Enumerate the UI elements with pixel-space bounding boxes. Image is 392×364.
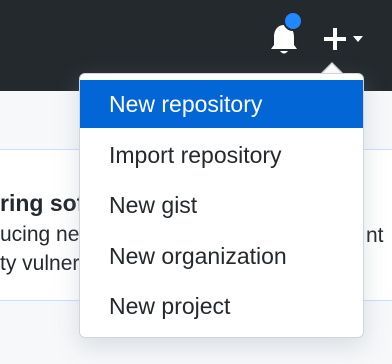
banner-line: ucing ne (0, 223, 80, 246)
menu-item-new-project[interactable]: New project (80, 282, 363, 330)
banner-title: ring sof (0, 190, 85, 216)
banner-line-end: nt (366, 224, 384, 247)
notification-indicator (283, 11, 303, 31)
plus-icon (324, 28, 346, 50)
menu-item-new-gist[interactable]: New gist (80, 181, 363, 229)
create-new-dropdown: New repository Import repository New gis… (79, 73, 364, 338)
menu-item-import-repository[interactable]: Import repository (80, 131, 363, 179)
menu-item-new-organization[interactable]: New organization (80, 232, 363, 280)
menu-item-new-repository[interactable]: New repository (80, 80, 363, 128)
create-new-button[interactable] (318, 22, 370, 56)
caret-down-icon (353, 36, 363, 42)
banner-line: ty vulner (0, 252, 80, 275)
